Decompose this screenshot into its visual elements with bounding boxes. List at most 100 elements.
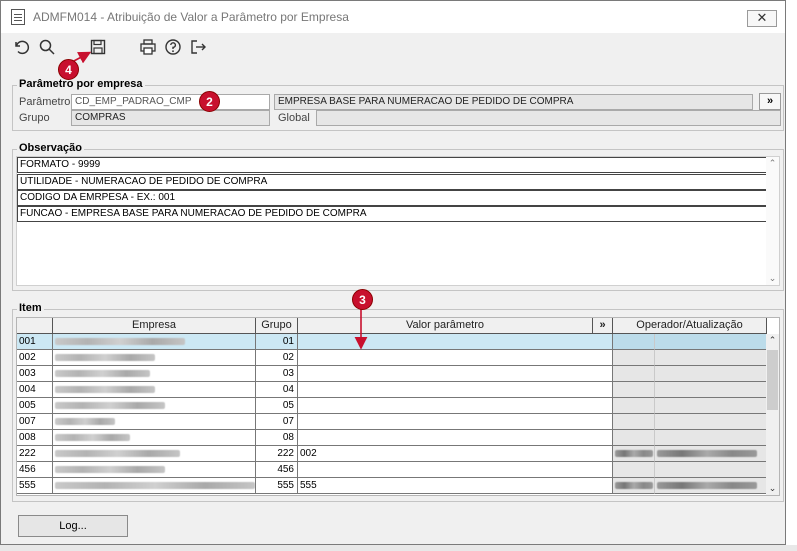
global-field (316, 110, 781, 126)
row-empresa-cell (53, 430, 256, 446)
callout-badge-2: 2 (199, 91, 220, 112)
grupo-label: Grupo (19, 112, 50, 124)
scroll-down-icon[interactable]: ⌄ (766, 483, 779, 494)
redacted-text (55, 434, 130, 441)
row-operador-cell (613, 478, 655, 494)
header-grupo[interactable]: Grupo (256, 318, 298, 334)
row-code-cell: 004 (17, 382, 53, 398)
row-operador-cell (613, 398, 655, 414)
table-row[interactable]: 005 05 (17, 398, 767, 414)
help-icon[interactable] (163, 38, 183, 58)
row-code-cell: 222 (17, 446, 53, 462)
row-operador-cell (613, 430, 655, 446)
row-code-cell: 005 (17, 398, 53, 414)
parametro-input[interactable]: CD_EMP_PADRAO_CMP (71, 94, 270, 110)
redacted-text (657, 450, 757, 457)
parametro-lookup-button[interactable]: » (759, 93, 781, 110)
undo-icon[interactable] (11, 38, 31, 58)
row-atualizacao-cell (655, 414, 767, 430)
observacao-line: UTILIDADE - NUMERACAO DE PEDIDO DE COMPR… (17, 174, 767, 190)
observacao-text-area[interactable]: FORMATO - 9999 UTILIDADE - NUMERACAO DE … (16, 156, 780, 286)
title-bar: ADMFM014 - Atribuição de Valor a Parâmet… (1, 1, 785, 33)
exit-icon[interactable] (188, 38, 208, 58)
header-empresa[interactable]: Empresa (53, 318, 256, 334)
row-valor-input[interactable] (298, 382, 613, 398)
log-button[interactable]: Log... (18, 515, 128, 537)
close-button[interactable]: ✕ (747, 10, 777, 27)
table-row[interactable]: 555 555 555 (17, 478, 767, 494)
row-atualizacao-cell (655, 478, 767, 494)
redacted-text (55, 402, 165, 409)
row-valor-input[interactable] (298, 398, 613, 414)
search-icon[interactable] (37, 38, 57, 58)
row-code-cell: 002 (17, 350, 53, 366)
scroll-up-icon[interactable]: ⌃ (766, 158, 779, 169)
row-atualizacao-cell (655, 366, 767, 382)
redacted-text (55, 482, 255, 489)
row-grupo-cell: 01 (256, 334, 298, 350)
header-code (17, 318, 53, 334)
header-operador[interactable]: Operador/Atualização (613, 318, 767, 334)
background-strip-bottom (0, 545, 797, 551)
row-operador-cell (613, 446, 655, 462)
observacao-line: CODIGO DA EMRPESA - EX.: 001 (17, 190, 767, 206)
row-valor-input[interactable] (298, 334, 613, 350)
grupo-field: COMPRAS (71, 110, 270, 126)
redacted-text (55, 418, 115, 425)
scroll-down-icon[interactable]: ⌄ (766, 273, 779, 284)
row-empresa-cell (53, 398, 256, 414)
row-valor-input[interactable] (298, 430, 613, 446)
row-grupo-cell: 456 (256, 462, 298, 478)
scroll-up-icon[interactable]: ⌃ (766, 335, 779, 346)
callout-badge-4: 4 (58, 59, 79, 80)
scroll-thumb[interactable] (767, 350, 778, 410)
observacao-line: FORMATO - 9999 (17, 157, 767, 173)
table-row[interactable]: 008 08 (17, 430, 767, 446)
redacted-text (55, 338, 185, 345)
redacted-text (55, 386, 155, 393)
row-valor-input[interactable]: 002 (298, 446, 613, 462)
save-icon[interactable] (88, 38, 108, 58)
table-row[interactable]: 007 07 (17, 414, 767, 430)
row-atualizacao-cell (655, 462, 767, 478)
observacao-scrollbar[interactable]: ⌃ ⌄ (766, 157, 779, 285)
row-valor-input[interactable] (298, 366, 613, 382)
row-grupo-cell: 555 (256, 478, 298, 494)
row-empresa-cell (53, 382, 256, 398)
table-row[interactable]: 003 03 (17, 366, 767, 382)
header-valor-parametro[interactable]: Valor parâmetro (298, 318, 593, 334)
row-grupo-cell: 02 (256, 350, 298, 366)
table-row[interactable]: 002 02 (17, 350, 767, 366)
row-empresa-cell (53, 462, 256, 478)
table-row[interactable]: 001 01 (17, 334, 767, 350)
row-valor-input[interactable] (298, 414, 613, 430)
row-valor-input[interactable]: 555 (298, 478, 613, 494)
row-operador-cell (613, 366, 655, 382)
grid-header: Empresa Grupo Valor parâmetro » Operador… (17, 318, 767, 334)
row-valor-input[interactable] (298, 462, 613, 478)
row-empresa-cell (53, 350, 256, 366)
window-title: ADMFM014 - Atribuição de Valor a Parâmet… (33, 10, 349, 24)
parametro-label: Parâmetro (19, 96, 71, 108)
redacted-text (657, 482, 757, 489)
table-row[interactable]: 456 456 (17, 462, 767, 478)
callout-badge-3: 3 (352, 289, 373, 310)
row-atualizacao-cell (655, 446, 767, 462)
redacted-text (55, 354, 155, 361)
table-row[interactable]: 222 222 002 (17, 446, 767, 462)
observacao-line: FUNCAO - EMPRESA BASE PARA NUMERACAO DE … (17, 206, 767, 222)
row-grupo-cell: 05 (256, 398, 298, 414)
row-code-cell: 003 (17, 366, 53, 382)
row-operador-cell (613, 350, 655, 366)
item-group-title: Item (17, 302, 44, 314)
grid-scrollbar[interactable]: ⌃ ⌄ (766, 334, 779, 495)
row-valor-input[interactable] (298, 350, 613, 366)
row-empresa-cell (53, 414, 256, 430)
item-grid: Empresa Grupo Valor parâmetro » Operador… (16, 317, 780, 496)
table-row[interactable]: 004 04 (17, 382, 767, 398)
print-icon[interactable] (138, 38, 158, 58)
redacted-text (615, 450, 653, 457)
header-expand-button[interactable]: » (593, 318, 613, 334)
row-operador-cell (613, 334, 655, 350)
redacted-text (55, 370, 150, 377)
